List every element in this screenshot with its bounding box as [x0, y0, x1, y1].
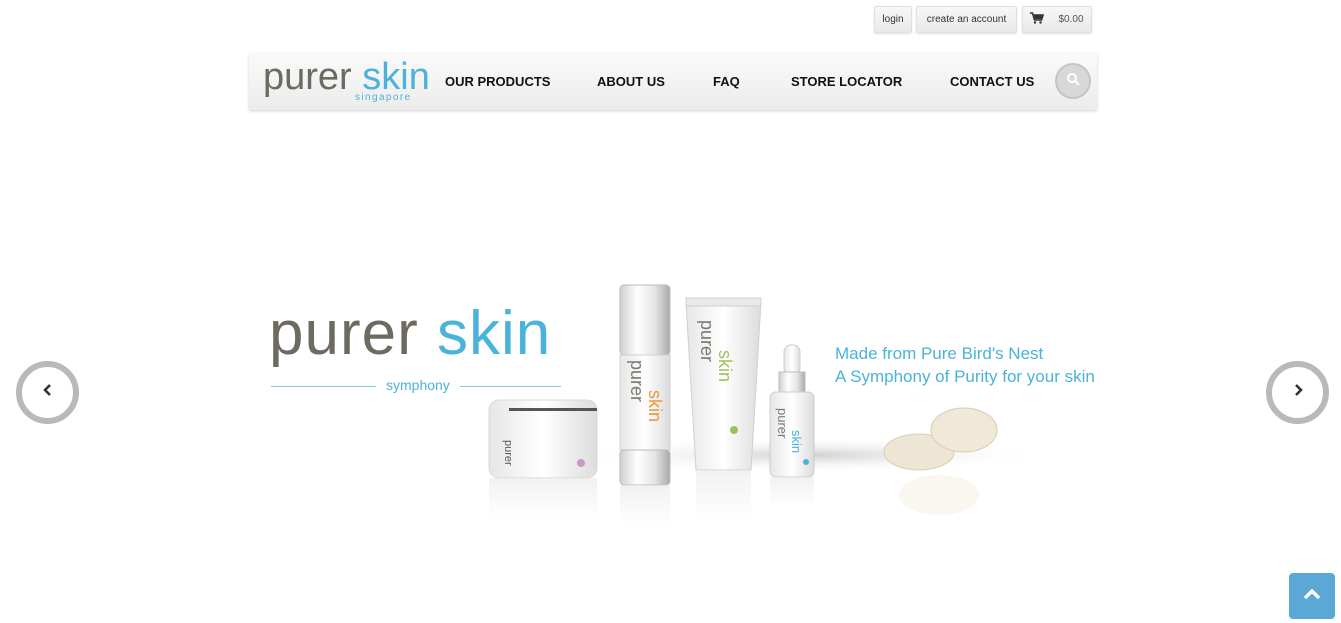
hero-tagline-line1: Made from Pure Bird's Nest	[835, 344, 1044, 363]
dropper-label-skin: skin	[789, 430, 804, 453]
nav-store-locator[interactable]: STORE LOCATOR	[791, 74, 902, 89]
pump-label-skin: skin	[645, 390, 665, 422]
logo-word-purer: purer	[263, 56, 352, 98]
site-logo[interactable]: purer skin singapore	[263, 56, 430, 106]
jar-label: purer	[502, 440, 514, 466]
nav-faq[interactable]: FAQ	[713, 74, 740, 89]
cart-icon	[1030, 12, 1045, 27]
nav-our-products[interactable]: OUR PRODUCTS	[445, 74, 550, 89]
nav-contact-us[interactable]: CONTACT US	[950, 74, 1034, 89]
hero-logo-purer: purer	[269, 299, 419, 368]
back-to-top-button[interactable]	[1289, 573, 1335, 619]
tube-label-purer: purer	[697, 320, 717, 362]
logo-region: singapore	[355, 92, 412, 103]
pump-label-purer: purer	[627, 360, 647, 402]
hero-banner: purer skin symphony purer purer skin pur…	[249, 270, 1109, 623]
create-account-label: create an account	[926, 14, 1007, 25]
nav-about-us[interactable]: ABOUT US	[597, 74, 665, 89]
product-lineup-image: purer purer skin purer skin purer skin	[488, 284, 1039, 525]
login-label: login	[882, 14, 904, 25]
chevron-right-icon	[1292, 383, 1304, 402]
hero-tagline-line2: A Symphony of Purity for your skin	[835, 367, 1095, 386]
main-navbar: purer skin singapore OUR PRODUCTS ABOUT …	[249, 54, 1097, 110]
slider-next-button[interactable]	[1266, 361, 1329, 424]
search-button[interactable]	[1055, 63, 1091, 99]
slider-prev-button[interactable]	[16, 361, 79, 424]
create-account-button[interactable]: create an account	[916, 6, 1017, 33]
hero-subtitle: symphony	[386, 377, 450, 393]
tube-label-skin: skin	[715, 350, 735, 382]
chevron-up-icon	[1302, 587, 1322, 606]
chevron-left-icon	[42, 383, 54, 402]
search-icon	[1066, 72, 1080, 91]
login-button[interactable]: login	[874, 6, 912, 33]
cart-total: $0.00	[1058, 14, 1084, 25]
cart-button[interactable]: $0.00	[1022, 6, 1092, 33]
hero-divider-left	[271, 386, 376, 387]
dropper-label-purer: purer	[775, 408, 790, 439]
